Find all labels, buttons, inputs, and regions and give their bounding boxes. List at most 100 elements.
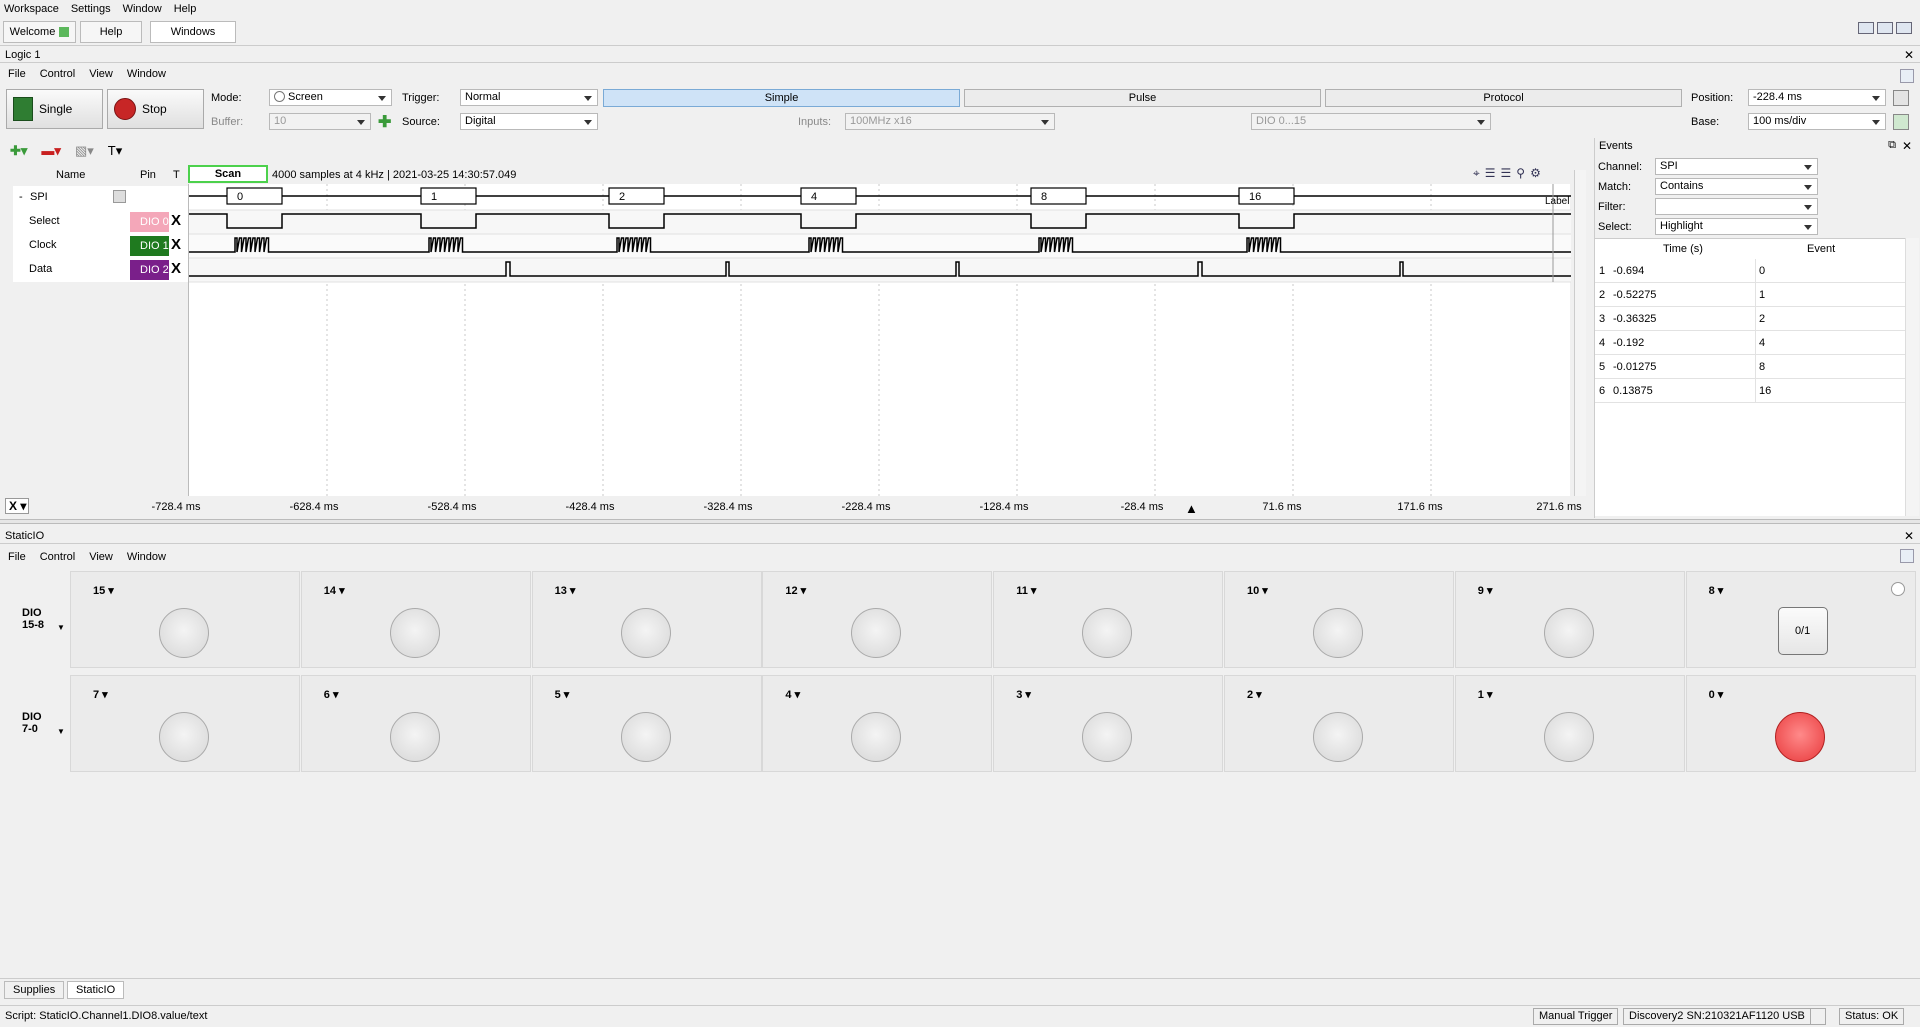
events-filter-input[interactable] — [1655, 198, 1818, 215]
dio-led-10[interactable] — [1313, 608, 1363, 658]
dio-led-0[interactable] — [1774, 712, 1825, 762]
dio-pin-label[interactable]: 14 ▾ — [324, 584, 345, 597]
bus-config-icon[interactable] — [113, 190, 126, 203]
staticio-menu-file[interactable]: File — [8, 551, 26, 563]
close-icon[interactable]: ✕ — [1902, 139, 1912, 153]
text-format-icon[interactable]: T▾ — [108, 143, 122, 159]
close-icon[interactable]: ✕ — [1904, 530, 1914, 542]
layout-float-icon[interactable] — [1896, 22, 1912, 34]
layout-tile-icon[interactable] — [1877, 22, 1893, 34]
staticio-menu-control[interactable]: Control — [40, 551, 75, 563]
dio-led-11[interactable] — [1082, 608, 1133, 658]
events-scrollbar[interactable] — [1905, 238, 1919, 516]
position-input[interactable]: -228.4 ms — [1748, 89, 1886, 106]
channel-row-select[interactable]: Select DIO 0 X — [13, 210, 188, 234]
tab-staticio[interactable]: StaticIO — [67, 981, 125, 999]
add-channel-icon[interactable]: ✚▾ — [10, 143, 27, 159]
undock-icon[interactable]: ⧉ — [1888, 139, 1896, 152]
dio-pin-label[interactable]: 7 ▾ — [93, 688, 108, 701]
tab-supplies[interactable]: Supplies — [4, 981, 65, 999]
dio-pin-label[interactable]: 0 ▾ — [1709, 688, 1724, 701]
dio-pin-label[interactable]: 11 ▾ — [1016, 584, 1036, 597]
source-select[interactable]: Digital — [460, 113, 598, 130]
chevron-down-icon[interactable]: ▼ — [57, 623, 65, 632]
dio-pin-label[interactable]: 1 ▾ — [1478, 688, 1493, 701]
dio-pin-label[interactable]: 6 ▾ — [324, 688, 339, 701]
event-row[interactable]: 1 -0.694 0 — [1595, 259, 1905, 283]
buffer-input[interactable]: 10 — [269, 113, 371, 130]
trigger-position-marker[interactable]: ▲ — [1185, 501, 1198, 516]
dio-pin-label[interactable]: 5 ▾ — [555, 688, 570, 701]
dio8-radio[interactable] — [1890, 582, 1905, 596]
x-axis-select[interactable]: X ▾ — [5, 498, 29, 514]
dio-led-4[interactable] — [851, 712, 902, 762]
waveform-plot[interactable]: 0 1 2 4 8 16 — [188, 184, 1571, 496]
events-match-select[interactable]: Contains — [1655, 178, 1818, 195]
tab-simple[interactable]: Simple — [603, 89, 960, 107]
event-row[interactable]: 4 -0.192 4 — [1595, 331, 1905, 355]
dio-led-13[interactable] — [620, 608, 671, 658]
add-icon[interactable]: ✚ — [378, 112, 391, 132]
scan-button[interactable]: Scan — [188, 165, 268, 183]
dio-range-select[interactable]: DIO 0...15 — [1251, 113, 1491, 130]
device-button[interactable]: Discovery2 SN:210321AF1120 USB — [1623, 1008, 1811, 1025]
mode-select[interactable]: Screen — [269, 89, 392, 106]
dio-led-7[interactable] — [159, 712, 209, 762]
logic-menu-control[interactable]: Control — [40, 68, 75, 80]
tab-pulse[interactable]: Pulse — [964, 89, 1321, 107]
close-icon[interactable]: ✕ — [1904, 49, 1914, 61]
staticio-menu-window[interactable]: Window — [127, 551, 166, 563]
dio-pin-label[interactable]: 12 ▾ — [785, 584, 806, 597]
menu-settings[interactable]: Settings — [71, 3, 111, 15]
layout-cascade-icon[interactable] — [1858, 22, 1874, 34]
dio-led-5[interactable] — [620, 712, 671, 762]
logic-menu-file[interactable]: File — [8, 68, 26, 80]
trigger-x-icon[interactable]: X — [171, 212, 181, 229]
tab-windows[interactable]: Windows — [150, 21, 236, 43]
chevron-down-icon[interactable]: ▼ — [57, 727, 65, 736]
dio-led-15[interactable] — [159, 608, 209, 658]
align-icon[interactable]: ☰ — [1501, 166, 1512, 181]
dock-icon[interactable] — [1900, 69, 1914, 83]
dio-pin-label[interactable]: 4 ▾ — [785, 688, 800, 701]
dio-led-2[interactable] — [1313, 712, 1363, 762]
dio-pin-label[interactable]: 10 ▾ — [1247, 584, 1268, 597]
events-select-mode[interactable]: Highlight — [1655, 218, 1818, 235]
channel-row-data[interactable]: Data DIO 2 X — [13, 258, 188, 282]
inputs-select[interactable]: 100MHz x16 — [845, 113, 1055, 130]
single-button[interactable]: Single — [6, 89, 103, 129]
remove-channel-icon[interactable]: ▬▾ — [41, 143, 61, 159]
dio8-toggle-button[interactable]: 0/1 — [1777, 607, 1828, 655]
event-row[interactable]: 6 0.13875 16 — [1595, 379, 1905, 403]
zoom-icon[interactable]: ⚲ — [1516, 166, 1525, 181]
autoset-icon[interactable] — [1893, 90, 1909, 106]
tab-welcome[interactable]: Welcome — [3, 21, 76, 43]
align-left-icon[interactable]: ☰ — [1485, 166, 1496, 181]
trigger-x-icon[interactable]: X — [171, 236, 181, 253]
collapse-icon[interactable]: - — [19, 191, 23, 203]
plot-scrollbar[interactable] — [1574, 170, 1586, 496]
dio-pin-label[interactable]: 2 ▾ — [1247, 688, 1262, 701]
dio-led-14[interactable] — [389, 608, 440, 658]
settings-icon[interactable]: ⚙ — [1530, 166, 1541, 181]
dio-led-3[interactable] — [1082, 712, 1133, 762]
manual-trigger-button[interactable]: Manual Trigger — [1533, 1008, 1619, 1025]
logic-menu-view[interactable]: View — [89, 68, 113, 80]
edit-channel-icon[interactable]: ▧▾ — [75, 143, 94, 159]
device-icon[interactable] — [1810, 1008, 1826, 1025]
dio-pin-label[interactable]: 13 ▾ — [555, 584, 576, 597]
tab-help[interactable]: Help — [80, 21, 142, 43]
event-row[interactable]: 3 -0.36325 2 — [1595, 307, 1905, 331]
stop-button[interactable]: Stop — [107, 89, 204, 129]
cursor-icon[interactable]: ⌖ — [1473, 166, 1480, 181]
menu-window[interactable]: Window — [123, 3, 162, 15]
trigger-x-icon[interactable]: X — [171, 260, 181, 277]
event-row[interactable]: 2 -0.52275 1 — [1595, 283, 1905, 307]
back-arrow-icon[interactable] — [1893, 114, 1909, 130]
base-select[interactable]: 100 ms/div — [1748, 113, 1886, 130]
dio-led-9[interactable] — [1543, 608, 1594, 658]
dio-led-12[interactable] — [851, 608, 902, 658]
dio-pin-label[interactable]: 3 ▾ — [1016, 688, 1031, 701]
dio-led-1[interactable] — [1543, 712, 1594, 762]
menu-workspace[interactable]: Workspace — [4, 3, 59, 15]
